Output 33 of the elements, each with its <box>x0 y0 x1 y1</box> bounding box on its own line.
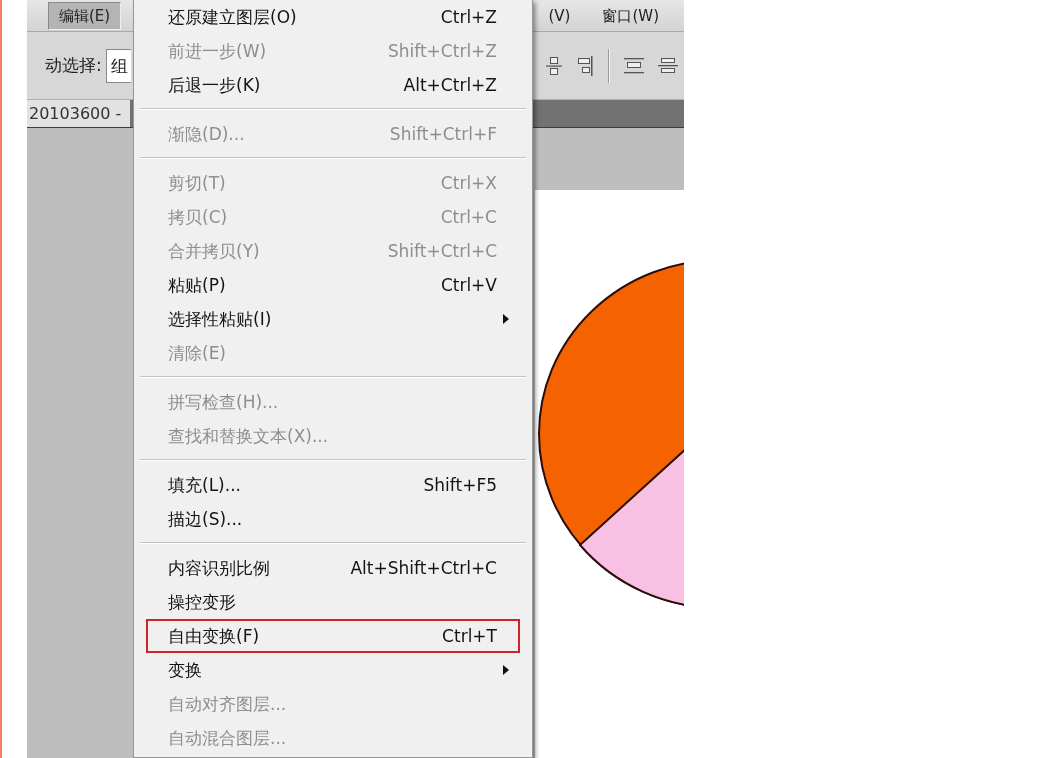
align-icon[interactable] <box>658 55 678 76</box>
submenu-arrow-icon <box>502 314 509 324</box>
document-tab[interactable]: 20103600 - <box>27 100 130 127</box>
menu-item[interactable]: 描边(S)... <box>146 502 520 536</box>
menu-item[interactable]: 操控变形 <box>146 585 520 619</box>
menu-item[interactable]: 选择性粘贴(I) <box>146 302 520 336</box>
align-icon[interactable] <box>576 55 594 76</box>
menu-bar-item[interactable]: (V) <box>543 2 576 30</box>
menu-item[interactable]: 变换 <box>146 653 520 687</box>
shortcut-text: Alt+Shift+Ctrl+C <box>350 558 497 578</box>
shortcut-text: Shift+F5 <box>423 475 497 495</box>
menu-item[interactable]: 后退一步(K) Alt+Ctrl+Z <box>146 68 520 102</box>
shortcut-text: Alt+Ctrl+Z <box>403 75 497 95</box>
menu-item[interactable]: 自由变换(F) Ctrl+T <box>146 619 520 653</box>
menu-bar-item[interactable]: 窗口(W) <box>597 2 664 30</box>
align-icon[interactable] <box>624 55 644 76</box>
shortcut-text: Shift+Ctrl+C <box>387 241 497 261</box>
shortcut-text: Ctrl+V <box>440 275 497 295</box>
align-icon[interactable] <box>546 55 562 76</box>
shortcut-text: Ctrl+T <box>442 626 497 646</box>
auto-select-label: 动选择: <box>45 54 102 77</box>
menu-bar-item[interactable]: 编辑(E) <box>48 2 122 30</box>
auto-select-dropdown[interactable]: 组 <box>105 48 131 83</box>
menu-item[interactable]: 还原建立图层(O) Ctrl+Z <box>146 0 520 34</box>
shortcut-text: Ctrl+X <box>440 173 497 193</box>
menu-item[interactable]: 粘贴(P) Ctrl+V <box>146 268 520 302</box>
shortcut-text: Shift+Ctrl+F <box>389 124 497 144</box>
shortcut-text: Ctrl+Z <box>440 7 497 27</box>
submenu-arrow-icon <box>502 665 509 675</box>
shortcut-text: Ctrl+C <box>440 207 497 227</box>
shortcut-text: Shift+Ctrl+Z <box>387 41 497 61</box>
menu-item[interactable]: 填充(L)... Shift+F5 <box>146 468 520 502</box>
menu-item[interactable]: 内容识别比例 Alt+Shift+Ctrl+C <box>146 551 520 585</box>
